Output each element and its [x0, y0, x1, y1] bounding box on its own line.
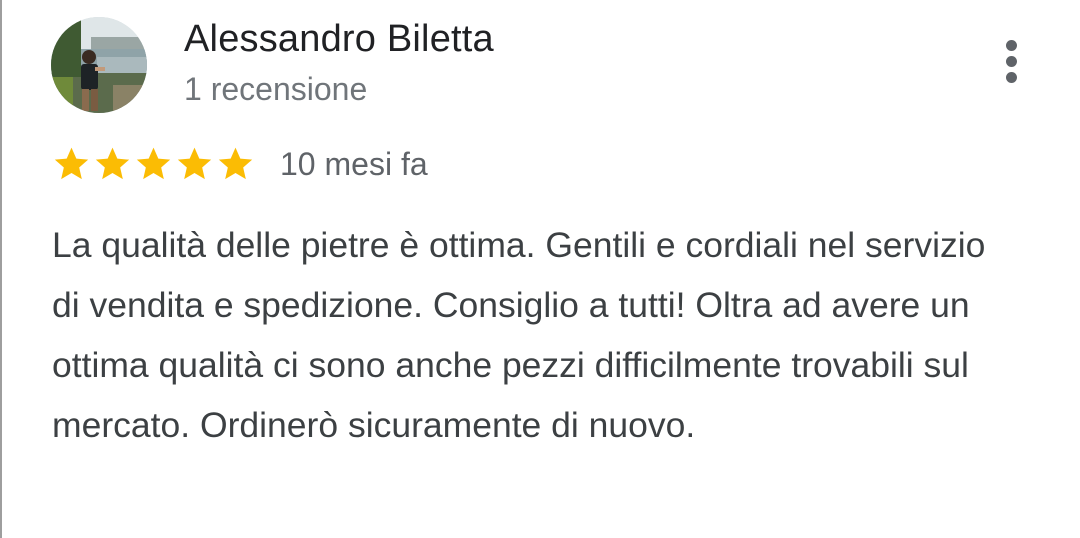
more-vert-icon-dot [1006, 72, 1017, 83]
star-icon [95, 147, 130, 180]
more-options-button[interactable] [988, 34, 1036, 86]
star-icon [136, 147, 171, 180]
more-vert-icon [1006, 40, 1017, 51]
more-vert-icon-dot [1006, 56, 1017, 67]
review-card: Alessandro Biletta 1 recensione 10 mesi … [0, 0, 1080, 538]
review-date: 10 mesi fa [280, 145, 428, 182]
review-text: La qualità delle pietre è ottima. Gentil… [52, 225, 986, 445]
star-rating [51, 144, 256, 184]
star-icon [177, 147, 212, 180]
star-icon [54, 147, 89, 180]
avatar-photo-icon [51, 17, 147, 113]
rating-row: 10 mesi fa [51, 142, 428, 186]
author-name[interactable]: Alessandro Biletta [184, 18, 494, 61]
author-avatar[interactable] [51, 17, 147, 113]
star-icon [218, 147, 253, 180]
author-review-count: 1 recensione [184, 71, 368, 107]
